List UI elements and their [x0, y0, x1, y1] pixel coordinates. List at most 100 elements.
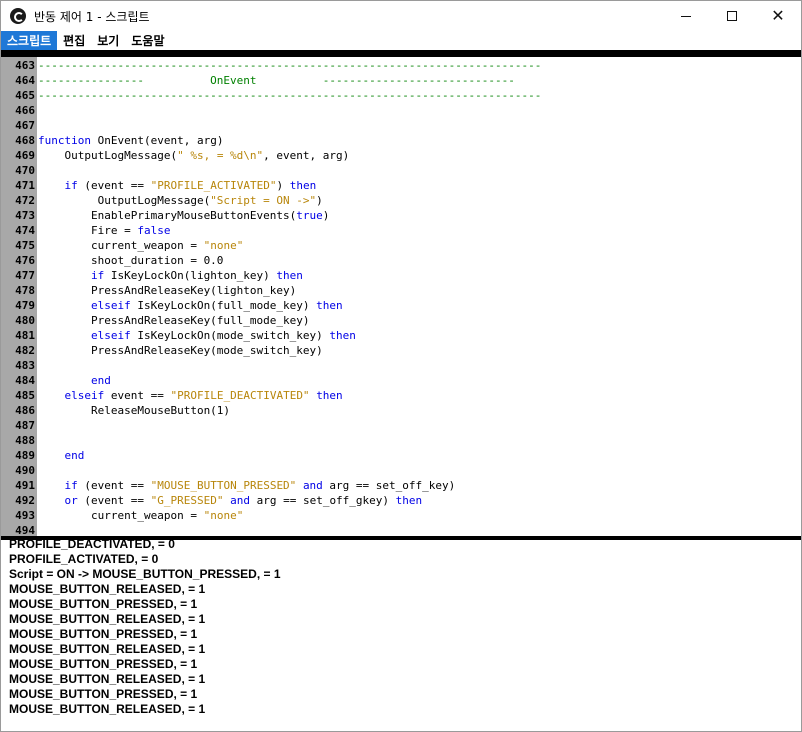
code-line: 482 PressAndReleaseKey(mode_switch_key) — [1, 343, 801, 358]
line-number: 487 — [15, 419, 35, 432]
line-number: 479 — [15, 299, 35, 312]
menu-help[interactable]: 도움말 — [125, 31, 170, 50]
line-number: 464 — [15, 74, 35, 87]
line-number: 483 — [15, 359, 35, 372]
line-number: 492 — [15, 494, 35, 507]
code-line: 473 EnablePrimaryMouseButtonEvents(true) — [1, 208, 801, 223]
close-button[interactable]: ✕ — [755, 1, 801, 31]
line-number: 488 — [15, 434, 35, 447]
menu-script[interactable]: 스크립트 — [1, 31, 58, 50]
line-number: 477 — [15, 269, 35, 282]
log-line: MOUSE_BUTTON_PRESSED, = 1 — [9, 627, 198, 641]
code-text: OutputLogMessage("Script = ON ->") — [38, 194, 323, 207]
minimize-button[interactable] — [663, 1, 709, 31]
code-line: 472 OutputLogMessage("Script = ON ->") — [1, 193, 801, 208]
code-text: if (event == "PROFILE_ACTIVATED") then — [64, 179, 317, 192]
editor-top-border — [1, 50, 801, 57]
code-line: 467 — [1, 118, 801, 133]
maximize-button[interactable] — [709, 1, 755, 31]
line-number: 469 — [15, 149, 35, 162]
line-number: 463 — [15, 59, 35, 72]
line-number: 484 — [15, 374, 35, 387]
code-line: 464 ---------------- OnEvent ------------… — [1, 73, 801, 88]
code-text: shoot_duration = 0.0 — [38, 254, 224, 267]
line-number: 468 — [15, 134, 35, 147]
line-number: 493 — [15, 509, 35, 522]
code-line: 483 — [1, 358, 801, 373]
line-number: 475 — [15, 239, 35, 252]
code-line: 493 current_weapon = "none" — [1, 508, 801, 523]
code-text: ---------------- OnEvent ---------------… — [38, 74, 515, 87]
code-text: function OnEvent(event, arg) — [38, 134, 224, 147]
code-line: 487 — [1, 418, 801, 433]
code-text: PressAndReleaseKey(full_mode_key) — [38, 314, 310, 327]
code-line: 490 — [1, 463, 801, 478]
code-line: 466 — [1, 103, 801, 118]
code-line: 474 Fire = false — [1, 223, 801, 238]
code-text: elseif event == "PROFILE_DEACTIVATED" th… — [64, 389, 343, 402]
log-line: MOUSE_BUTTON_RELEASED, = 1 — [9, 612, 206, 626]
code-line: 492 or (event == "G_PRESSED" and arg == … — [1, 493, 801, 508]
code-line: 485 elseif event == "PROFILE_DEACTIVATED… — [1, 388, 801, 403]
code-line: 471 if (event == "PROFILE_ACTIVATED") th… — [1, 178, 801, 193]
code-line: 463 -------------------------------------… — [1, 58, 801, 73]
code-text: elseif IsKeyLockOn(mode_switch_key) then — [90, 329, 356, 342]
log-line: MOUSE_BUTTON_RELEASED, = 1 — [9, 702, 206, 716]
line-number: 485 — [15, 389, 35, 402]
output-log-panel[interactable]: PROFILE_DEACTIVATED, = 0 PROFILE_ACTIVATE… — [1, 540, 801, 730]
code-text: ----------------------------------------… — [38, 89, 542, 102]
code-text: end — [64, 449, 85, 462]
code-text: or (event == "G_PRESSED" and arg == set_… — [64, 494, 423, 507]
log-line: MOUSE_BUTTON_PRESSED, = 1 — [9, 687, 198, 701]
code-line: 486 ReleaseMouseButton(1) — [1, 403, 801, 418]
code-text: ReleaseMouseButton(1) — [38, 404, 231, 417]
log-line: PROFILE_ACTIVATED, = 0 — [9, 552, 159, 566]
code-text: current_weapon = "none" — [38, 509, 244, 522]
log-line: MOUSE_BUTTON_RELEASED, = 1 — [9, 642, 206, 656]
code-line: 478 PressAndReleaseKey(lighton_key) — [1, 283, 801, 298]
line-number: 472 — [15, 194, 35, 207]
log-line: MOUSE_BUTTON_PRESSED, = 1 — [9, 657, 198, 671]
code-line: 477 if IsKeyLockOn(lighton_key) then — [1, 268, 801, 283]
line-number: 471 — [15, 179, 35, 192]
code-line: 494 — [1, 523, 801, 536]
line-number: 489 — [15, 449, 35, 462]
code-text: current_weapon = "none" — [38, 239, 244, 252]
log-line: MOUSE_BUTTON_RELEASED, = 1 — [9, 672, 206, 686]
log-line: MOUSE_BUTTON_PRESSED, = 1 — [9, 597, 198, 611]
logitech-g-icon — [10, 8, 26, 24]
window-title: 반동 제어 1 - 스크립트 — [34, 9, 150, 24]
code-line: 476 shoot_duration = 0.0 — [1, 253, 801, 268]
code-text: end — [90, 374, 111, 387]
title-bar[interactable]: 반동 제어 1 - 스크립트 ✕ — [1, 1, 801, 31]
line-number: 490 — [15, 464, 35, 477]
menu-edit[interactable]: 편집 — [57, 31, 91, 50]
code-line: 491 if (event == "MOUSE_BUTTON_PRESSED" … — [1, 478, 801, 493]
code-text: PressAndReleaseKey(lighton_key) — [38, 284, 297, 297]
line-number: 478 — [15, 284, 35, 297]
code-line: 481 elseif IsKeyLockOn(mode_switch_key) … — [1, 328, 801, 343]
menu-bar: 스크립트 편집 보기 도움말 — [1, 31, 801, 50]
line-number: 467 — [15, 119, 35, 132]
code-line: 468 function OnEvent(event, arg) — [1, 133, 801, 148]
line-number: 474 — [15, 224, 35, 237]
code-line: 484 end — [1, 373, 801, 388]
code-text: elseif IsKeyLockOn(full_mode_key) then — [90, 299, 343, 312]
maximize-icon — [727, 11, 737, 21]
code-text: OutputLogMessage(" %s, = %d\n", event, a… — [38, 149, 350, 162]
code-line: 469 OutputLogMessage(" %s, = %d\n", even… — [1, 148, 801, 163]
code-text: EnablePrimaryMouseButtonEvents(true) — [38, 209, 330, 222]
code-editor[interactable]: 463 -------------------------------------… — [1, 57, 801, 536]
code-text: PressAndReleaseKey(mode_switch_key) — [38, 344, 323, 357]
minimize-icon — [681, 15, 691, 17]
log-line: MOUSE_BUTTON_RELEASED, = 1 — [9, 582, 206, 596]
line-number: 476 — [15, 254, 35, 267]
line-number: 480 — [15, 314, 35, 327]
code-lines: 463 -------------------------------------… — [1, 58, 801, 536]
log-line: Script = ON -> MOUSE_BUTTON_PRESSED, = 1 — [9, 567, 281, 581]
code-line: 489 end — [1, 448, 801, 463]
code-line: 479 elseif IsKeyLockOn(full_mode_key) th… — [1, 298, 801, 313]
line-number: 470 — [15, 164, 35, 177]
menu-view[interactable]: 보기 — [91, 31, 125, 50]
code-line: 488 — [1, 433, 801, 448]
